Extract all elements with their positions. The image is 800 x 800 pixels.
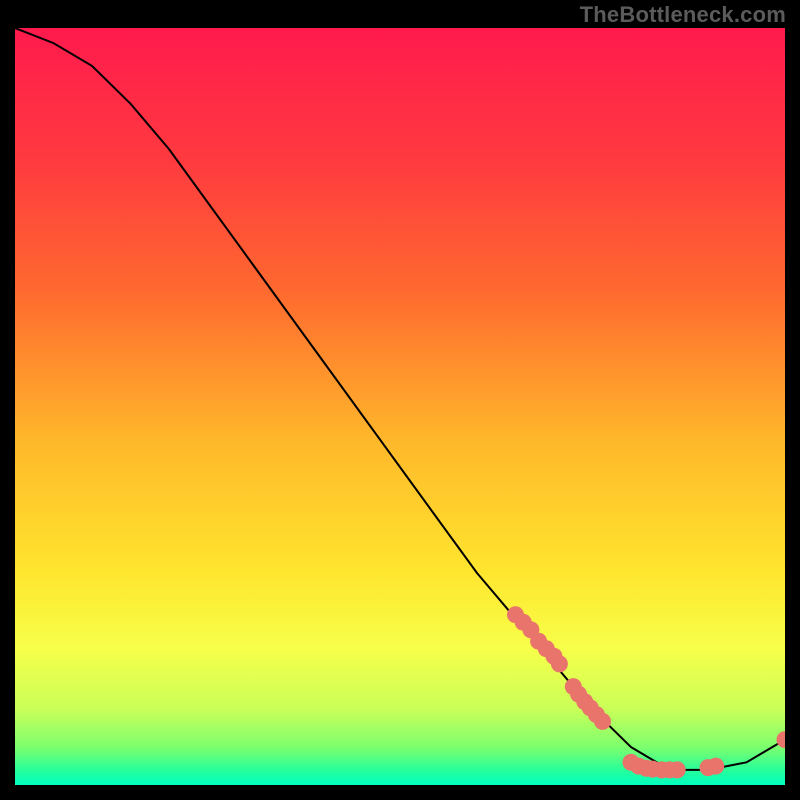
chart-frame: TheBottleneck.com — [0, 0, 800, 800]
chart-svg — [15, 28, 785, 785]
data-marker — [669, 761, 686, 778]
plot-area — [15, 28, 785, 785]
data-marker — [707, 758, 724, 775]
data-marker — [551, 655, 568, 672]
gradient-background — [15, 28, 785, 785]
data-marker — [594, 713, 611, 730]
watermark-text: TheBottleneck.com — [580, 2, 786, 28]
